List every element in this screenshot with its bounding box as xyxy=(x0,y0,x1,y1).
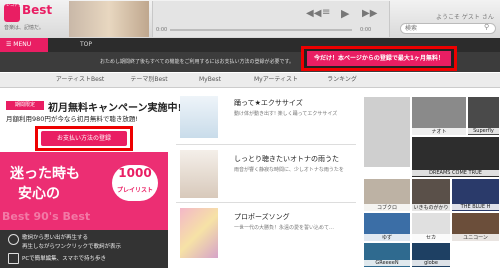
article-thumb-1[interactable] xyxy=(180,96,218,138)
music-note-icon xyxy=(8,234,19,245)
banner-bg-text: Best 90's Best xyxy=(2,210,91,223)
article-title-2[interactable]: しっとり聴きたいオトナの雨うた xyxy=(234,154,339,164)
artist-name: DREAMS COME TRUE xyxy=(411,170,500,176)
divider xyxy=(176,144,356,145)
article-desc-2: 雨音が響く静寂な時間に、少しオトナな雨うたを xyxy=(234,167,344,173)
tab-my-artist[interactable]: Myアーティスト xyxy=(240,73,312,87)
feature-2: 再生しながらワンクリックで歌詞が表示 xyxy=(22,244,122,250)
badge-number: 1000 xyxy=(118,166,152,180)
article-thumb-2[interactable] xyxy=(180,150,218,198)
user-greeting: ようこそ ゲスト さん xyxy=(436,14,494,21)
pay-register-button[interactable]: お支払い方法の登録 xyxy=(41,131,127,146)
tab-ranking[interactable]: ランキング xyxy=(312,73,372,87)
time-elapsed: 0:00 xyxy=(156,27,168,33)
badge-label: プレイリスト xyxy=(116,187,153,194)
tagline: 音楽は、記憶だ。 xyxy=(4,25,44,31)
limited-tag: 期間限定 xyxy=(6,101,44,110)
article-title-3[interactable]: プロポーズソング xyxy=(234,212,290,222)
article-desc-3: 一世一代の大勝負！永遠の愛を誓い込めて… xyxy=(234,225,335,231)
search-input[interactable] xyxy=(400,23,496,34)
article-title-1[interactable]: 踊って★エクササイズ xyxy=(234,98,303,108)
artist-name: コブクロ xyxy=(363,204,411,211)
top-link[interactable]: TOP xyxy=(80,38,92,52)
artist-name: Superfly xyxy=(467,128,500,134)
artist-tile[interactable] xyxy=(363,96,411,168)
artist-name: セカ xyxy=(411,234,451,241)
search-icon[interactable]: ⚲ xyxy=(484,23,489,31)
artist-name: THE BLUE H xyxy=(451,204,500,210)
artist-name: globe xyxy=(411,260,451,266)
feature-3: PCで簡単編集、スマホで持ち歩き xyxy=(22,256,106,262)
playlist-icon[interactable]: ≡ xyxy=(322,7,330,18)
pc-icon xyxy=(8,253,19,264)
artist-name: いきものがかり xyxy=(411,204,451,211)
time-total: 0:00 xyxy=(360,27,372,33)
tab-theme-best[interactable]: テーマ別Best xyxy=(118,73,180,87)
tab-artist-best[interactable]: アーティストBest xyxy=(40,73,120,87)
artist-name: ゆず xyxy=(363,234,411,241)
article-thumb-3[interactable] xyxy=(180,208,218,258)
seek-bar[interactable] xyxy=(170,29,352,31)
campaign-title: 初月無料キャンペーン実施中!! xyxy=(48,103,187,114)
promo-button[interactable]: 今だけ！本ページからの登録で最大1ヶ月無料！ xyxy=(307,51,451,66)
artist-name: GReeeeN xyxy=(363,260,411,266)
headline-line2: 安心の xyxy=(18,186,60,202)
play-icon[interactable]: ▶ xyxy=(341,7,349,20)
tab-my-best[interactable]: MyBest xyxy=(180,73,240,87)
artist-name: ユニコーン xyxy=(451,234,500,241)
next-icon[interactable]: ▶▶ xyxy=(362,8,377,19)
logo-text[interactable]: Best xyxy=(22,3,52,17)
divider xyxy=(176,202,356,203)
headline-line1: 迷った時も xyxy=(10,166,80,182)
campaign-subtitle: 月額利用980円が今なら初月無料で聴き放題! xyxy=(6,115,139,123)
artist-name: ナオト xyxy=(411,128,467,135)
article-desc-1: 動け体が動き出す! 楽しく踊ってエクササイズ xyxy=(234,111,338,117)
prev-icon[interactable]: ◀◀ xyxy=(306,8,321,19)
notice-text: おためし期間終了後もすべての機能をご利用するにはお支払い方法の登録が必要です。 xyxy=(100,59,294,65)
menu-button[interactable]: ☰ MENU xyxy=(0,38,48,52)
header-banner-image[interactable] xyxy=(69,1,149,37)
music-player xyxy=(152,1,390,37)
feature-1: 歌詞から思い出が再生する xyxy=(22,235,89,241)
